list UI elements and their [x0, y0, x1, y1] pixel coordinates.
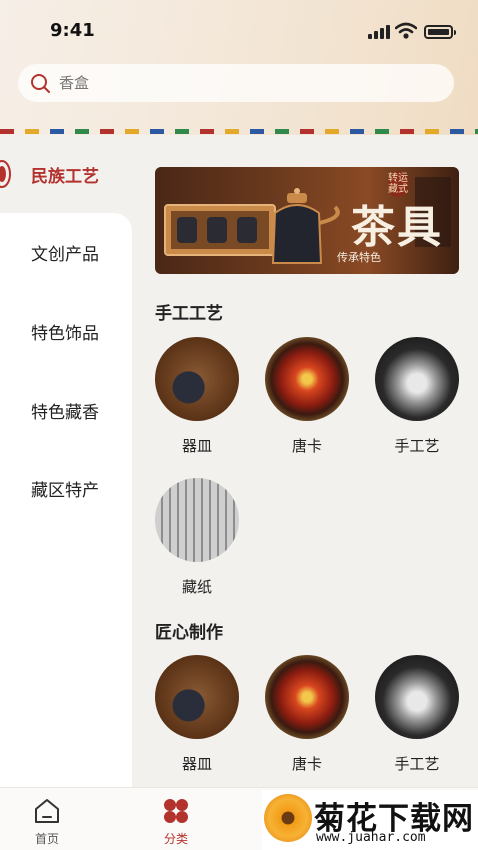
search-bar[interactable] [18, 64, 454, 102]
search-input[interactable] [59, 74, 359, 92]
wifi-icon [395, 22, 417, 39]
sidebar-item-label: 特色饰品 [31, 323, 99, 344]
vessel-image [155, 655, 239, 739]
sidebar-item-incense[interactable]: 特色藏香 [0, 371, 132, 449]
category-sidebar: 民族工艺 文创产品 特色饰品 特色藏香 藏区特产 [0, 135, 132, 787]
section-title-craftsmanship: 匠心制作 [155, 623, 223, 643]
watermark-url: www.juahar.com [316, 830, 426, 845]
decorative-stripe [0, 129, 478, 134]
tab-home-label: 首页 [34, 832, 59, 846]
category-icon [164, 799, 188, 823]
category-item[interactable]: 藏纸 [152, 478, 242, 597]
thangka-image [265, 337, 349, 421]
tab-category-label: 分类 [163, 832, 188, 846]
category-item-label: 手工艺 [394, 437, 440, 455]
sidebar-item-creative-products[interactable]: 文创产品 [0, 213, 132, 291]
search-icon [31, 74, 50, 93]
category-item[interactable]: 手工艺 [372, 337, 462, 456]
status-bar: 9:41 [0, 0, 478, 60]
category-item[interactable]: 唐卡 [262, 337, 352, 456]
category-item[interactable]: 器皿 [152, 337, 242, 456]
category-item-label: 唐卡 [291, 755, 322, 773]
banner-subtitle: 传承特色 [337, 251, 381, 264]
category-item-label: 器皿 [181, 755, 212, 773]
sidebar-item-accessories[interactable]: 特色饰品 [0, 292, 132, 370]
tab-category[interactable]: 分类 [136, 788, 216, 850]
chrysanthemum-logo-icon [264, 794, 312, 842]
banner-title: 茶具 [351, 202, 443, 253]
category-item[interactable]: 器皿 [152, 655, 242, 774]
vessel-image [155, 337, 239, 421]
category-item-label: 器皿 [181, 437, 212, 455]
silver-craft-image [375, 337, 459, 421]
active-marker-icon [0, 160, 11, 188]
sidebar-item-label: 民族工艺 [31, 166, 99, 187]
battery-icon [424, 25, 456, 39]
home-icon [35, 799, 59, 823]
category-item-label: 手工艺 [394, 755, 440, 773]
section-title-handcraft: 手工工艺 [155, 304, 223, 324]
category-item[interactable]: 唐卡 [262, 655, 352, 774]
cellular-signal-icon [368, 25, 390, 39]
sidebar-item-ethnic-crafts[interactable]: 民族工艺 [0, 135, 132, 213]
silver-craft-image [375, 655, 459, 739]
watermark: 菊花下载网 www.juahar.com [262, 790, 478, 850]
tab-home[interactable]: 首页 [7, 788, 87, 850]
tibetan-paper-image [155, 478, 239, 562]
category-item-label: 唐卡 [291, 437, 322, 455]
sidebar-item-label: 文创产品 [31, 244, 99, 265]
category-item[interactable]: 手工艺 [372, 655, 462, 774]
sidebar-item-label: 特色藏香 [31, 402, 99, 423]
status-time: 9:41 [50, 20, 95, 41]
thangka-image [265, 655, 349, 739]
sidebar-item-specialties[interactable]: 藏区特产 [0, 449, 132, 527]
sidebar-item-label: 藏区特产 [31, 480, 99, 501]
category-content: 转运藏式 茶具 传承特色 手工工艺 器皿 唐卡 手工艺 藏纸 匠心制作 器皿 唐… [132, 135, 478, 787]
category-item-label: 藏纸 [181, 578, 212, 596]
promo-banner[interactable]: 转运藏式 茶具 传承特色 [155, 167, 459, 274]
